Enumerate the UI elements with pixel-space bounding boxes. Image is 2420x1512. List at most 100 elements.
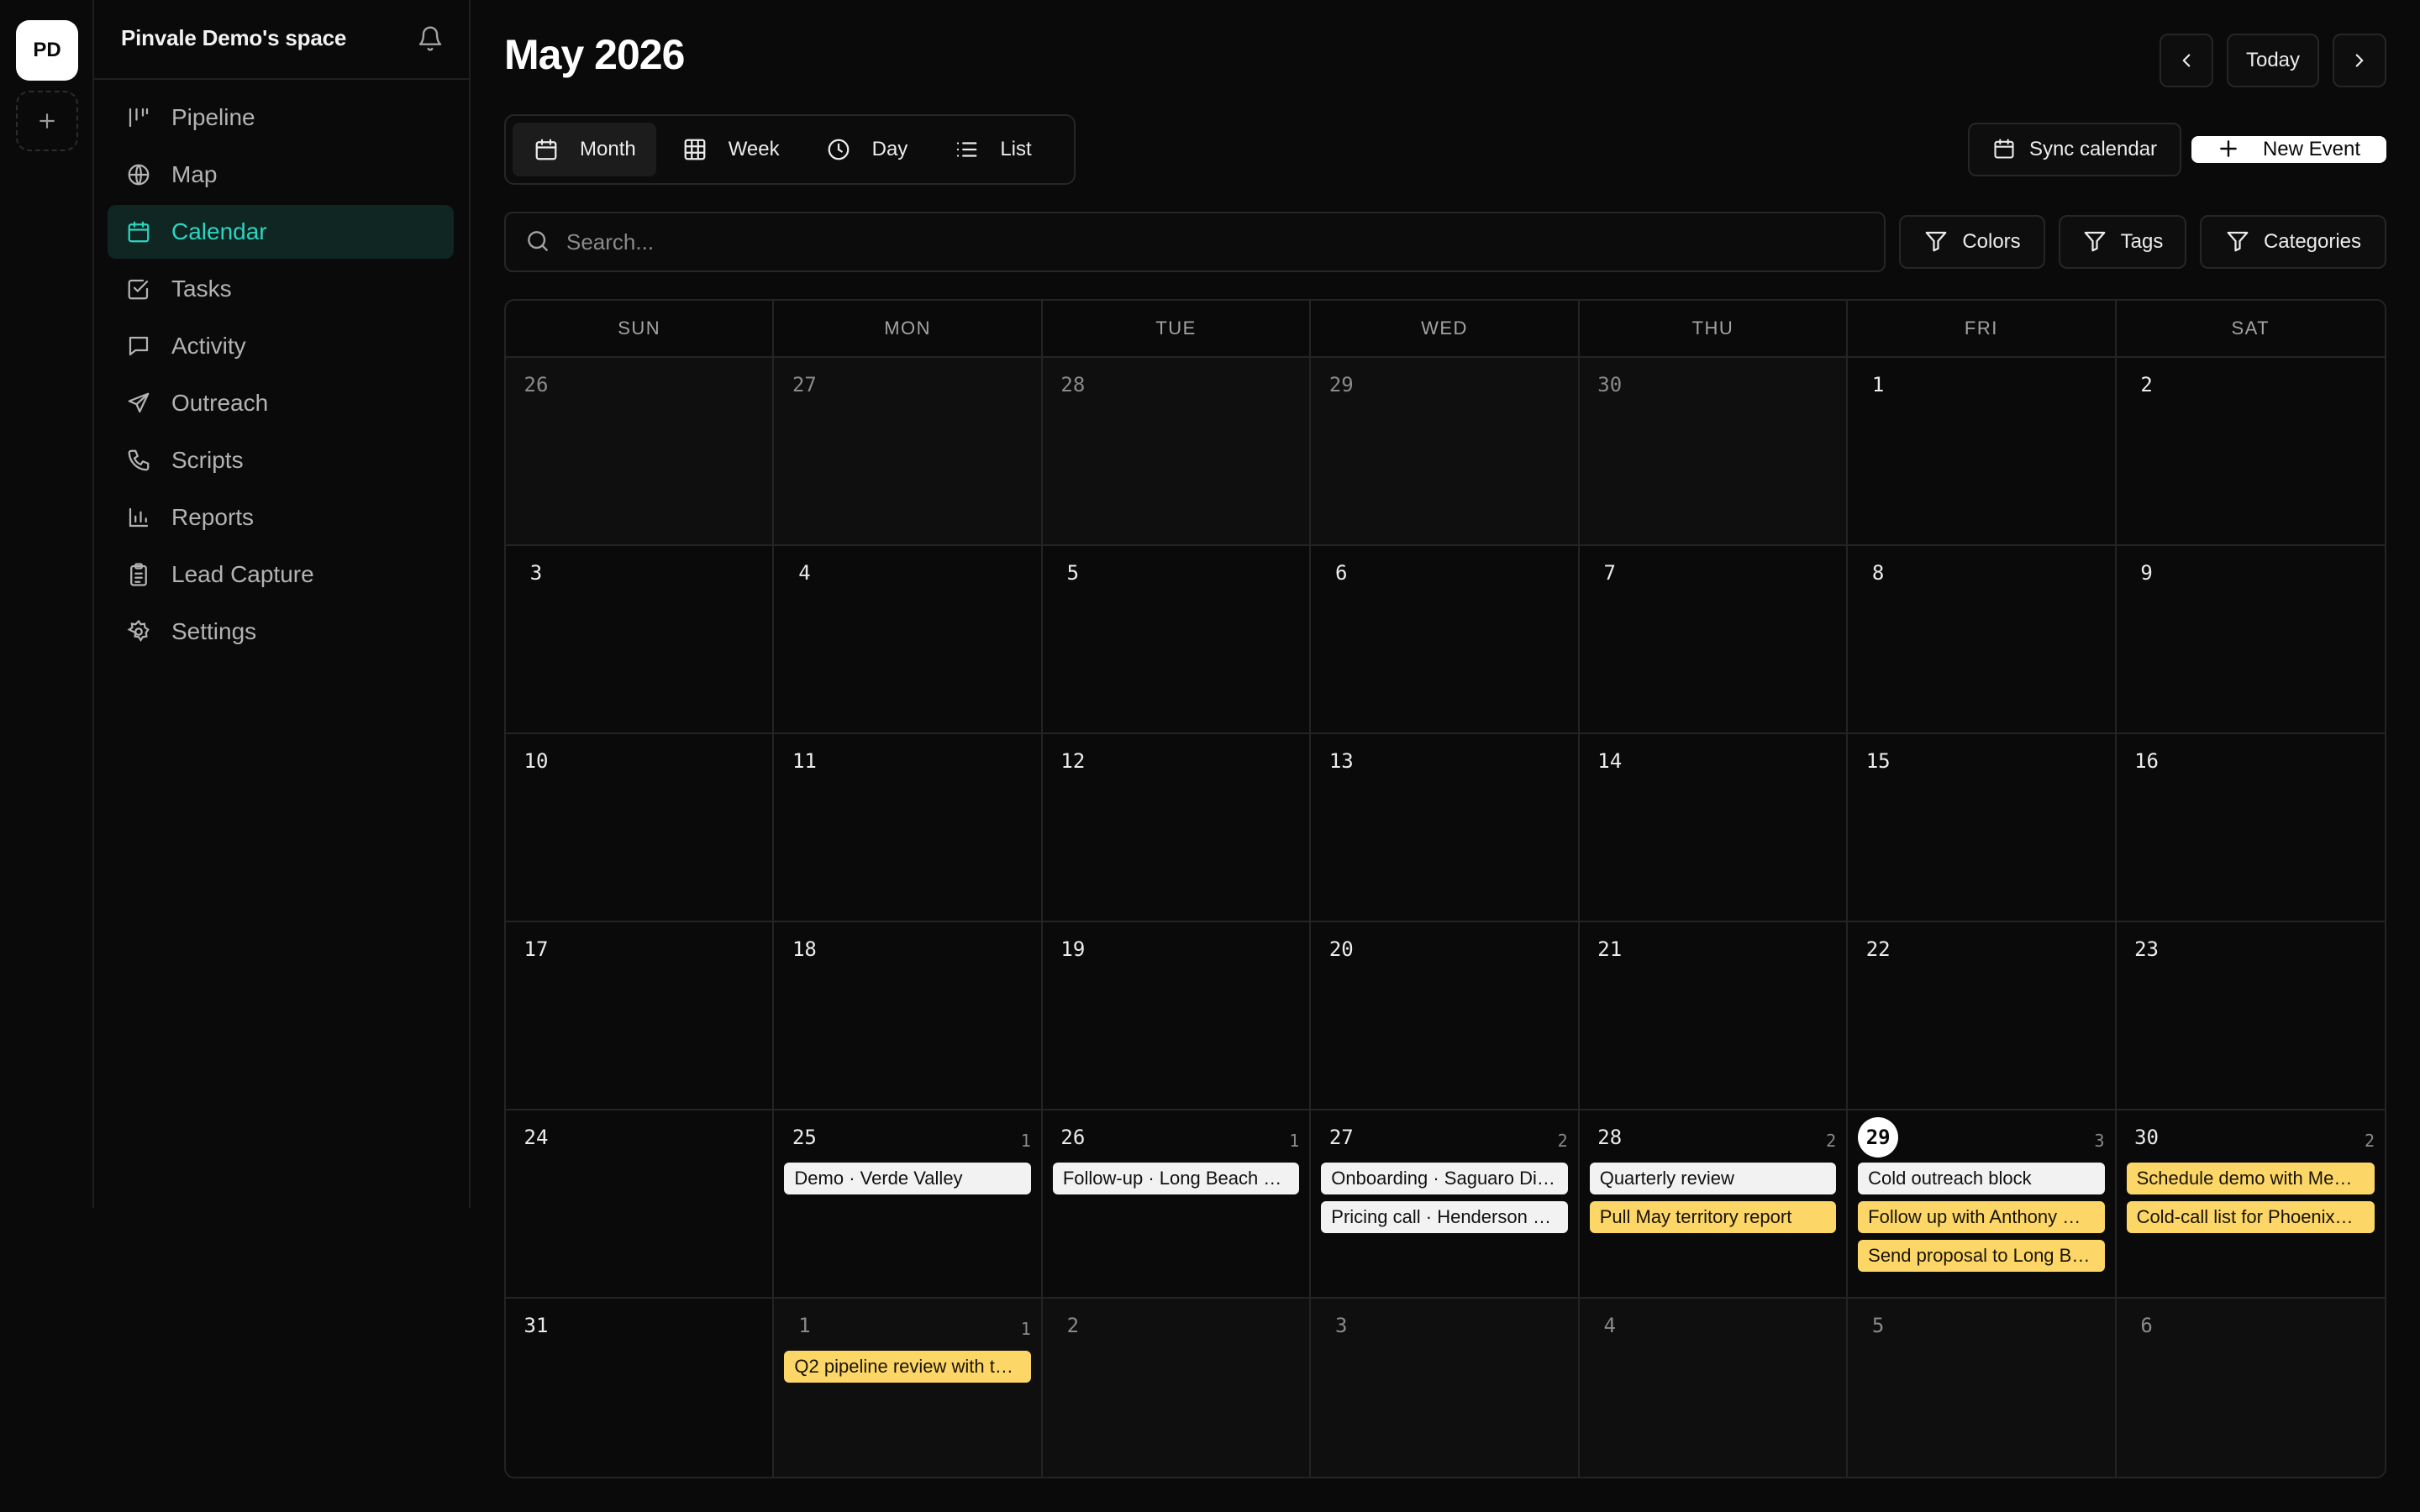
event-chip[interactable]: Send proposal to Long B… xyxy=(1858,1240,2105,1272)
next-month-button[interactable] xyxy=(2333,34,2386,87)
today-button[interactable]: Today xyxy=(2227,34,2319,87)
day-cell[interactable]: 6 xyxy=(1311,546,1580,734)
tags-filter-button[interactable]: Tags xyxy=(2059,215,2186,269)
day-cell[interactable]: 1 xyxy=(1848,358,2117,546)
day-cell[interactable]: 24 xyxy=(506,1110,775,1299)
event-chip[interactable]: Pricing call · Henderson … xyxy=(1321,1201,1568,1233)
day-cell[interactable]: 18 xyxy=(774,922,1043,1110)
event-chip[interactable]: Follow up with Anthony … xyxy=(1858,1201,2105,1233)
sidebar-item-label: Scripts xyxy=(171,447,244,473)
sidebar-item-label: Settings xyxy=(171,618,257,644)
day-cell[interactable]: 19 xyxy=(1042,922,1312,1110)
day-cell[interactable]: 16 xyxy=(2116,734,2385,922)
day-cell[interactable]: 25 1 Demo · Verde Valley xyxy=(774,1110,1043,1299)
event-chip[interactable]: Schedule demo with Me… xyxy=(2126,1163,2375,1194)
day-cell[interactable]: 31 xyxy=(506,1299,775,1477)
day-cell[interactable]: 13 xyxy=(1311,734,1580,922)
previous-month-button[interactable] xyxy=(2160,34,2213,87)
day-cell[interactable]: 6 xyxy=(2116,1299,2385,1477)
day-cell[interactable]: 27 xyxy=(774,358,1043,546)
day-cell[interactable]: 27 2 Onboarding · Saguaro Di… Pricing call … xyxy=(1311,1110,1580,1299)
day-cell[interactable]: 26 1 Follow-up · Long Beach … xyxy=(1042,1110,1312,1299)
search-bar xyxy=(504,212,1886,272)
sidebar-item-calendar[interactable]: Calendar xyxy=(108,205,454,259)
event-chip[interactable]: Pull May territory report xyxy=(1589,1201,1837,1233)
day-cell[interactable]: 30 2 Schedule demo with Me… Cold-call list … xyxy=(2116,1110,2385,1299)
event-count: 2 xyxy=(1557,1131,1568,1151)
day-cell[interactable]: 1 1 Q2 pipeline review with t… xyxy=(774,1299,1043,1477)
event-title: Cold-call list for Phoenix… xyxy=(2136,1206,2354,1227)
day-cell[interactable]: 28 xyxy=(1042,358,1312,546)
sidebar-item-reports[interactable]: Reports xyxy=(108,491,454,544)
space-name[interactable]: Pinvale Demo's space xyxy=(121,25,346,51)
bar-chart-icon xyxy=(124,503,153,532)
event-chip[interactable]: Demo · Verde Valley xyxy=(784,1163,1031,1194)
list-view-tab[interactable]: List xyxy=(933,123,1051,176)
day-cell[interactable]: 10 xyxy=(506,734,775,922)
sidebar-item-settings[interactable]: Settings xyxy=(108,605,454,659)
day-cell[interactable]: 29 3 Cold outreach block Follow up with Ant… xyxy=(1848,1110,2117,1299)
sync-calendar-button[interactable]: Sync calendar xyxy=(1968,123,2181,176)
day-number: 15 xyxy=(1865,749,1891,773)
event-chip[interactable]: Cold outreach block xyxy=(1858,1163,2105,1194)
week-view-tab[interactable]: Week xyxy=(661,123,800,176)
event-chip[interactable]: Quarterly review xyxy=(1589,1163,1837,1194)
day-cell[interactable]: 17 xyxy=(506,922,775,1110)
day-number: 16 xyxy=(2134,749,2160,773)
day-cell[interactable]: 2 xyxy=(2116,358,2385,546)
add-workspace-button[interactable] xyxy=(16,91,78,151)
weekday-label: SAT xyxy=(2231,318,2270,339)
colors-filter-button[interactable]: Colors xyxy=(1899,215,2045,269)
day-cell[interactable]: 30 xyxy=(1579,358,1849,546)
day-cell[interactable]: 28 2 Quarterly review Pull May territory re… xyxy=(1579,1110,1849,1299)
day-number: 9 xyxy=(2140,561,2153,585)
day-cell[interactable]: 5 xyxy=(1042,546,1312,734)
sidebar-item-scripts[interactable]: Scripts xyxy=(108,433,454,487)
day-cell[interactable]: 22 xyxy=(1848,922,2117,1110)
day-number: 8 xyxy=(1871,561,1885,585)
day-cell[interactable]: 4 xyxy=(1579,1299,1849,1477)
day-cell[interactable]: 15 xyxy=(1848,734,2117,922)
day-cell[interactable]: 3 xyxy=(1311,1299,1580,1477)
event-chip[interactable]: Follow-up · Long Beach … xyxy=(1052,1163,1300,1194)
workspace-avatar[interactable]: PD xyxy=(16,20,78,81)
weekday-label: SUN xyxy=(506,301,775,356)
sidebar-item-outreach[interactable]: Outreach xyxy=(108,376,454,430)
event-chip[interactable]: Onboarding · Saguaro Di… xyxy=(1321,1163,1568,1194)
event-chip[interactable]: Cold-call list for Phoenix… xyxy=(2126,1201,2375,1233)
day-cell[interactable]: 5 xyxy=(1848,1299,2117,1477)
day-cell[interactable]: 9 xyxy=(2116,546,2385,734)
sidebar-item-map[interactable]: Map xyxy=(108,148,454,202)
sidebar-item-tasks[interactable]: Tasks xyxy=(108,262,454,316)
sidebar-item-lead-capture[interactable]: Lead Capture xyxy=(108,548,454,601)
day-cell[interactable]: 23 xyxy=(2116,922,2385,1110)
day-cell[interactable]: 21 xyxy=(1579,922,1849,1110)
calendar-grid: 26 27 28 29 30 1 2 3 4 5 6 7 8 9 10 11 12 13 14 15 16 17 18 19 2… xyxy=(506,358,2385,1477)
month-view-tab[interactable]: Month xyxy=(513,123,656,176)
sidebar-nav: Pipeline Map Calendar Tasks Activity Out… xyxy=(108,91,454,662)
clock-icon xyxy=(825,136,852,163)
day-cell[interactable]: 11 xyxy=(774,734,1043,922)
sidebar-item-activity[interactable]: Activity xyxy=(108,319,454,373)
new-event-button[interactable]: New Event xyxy=(2191,136,2386,163)
sidebar-item-pipeline[interactable]: Pipeline xyxy=(108,91,454,144)
day-number: 22 xyxy=(1865,937,1891,961)
day-cell[interactable]: 26 xyxy=(506,358,775,546)
day-cell[interactable]: 8 xyxy=(1848,546,2117,734)
search-input[interactable] xyxy=(566,228,1827,255)
list-icon xyxy=(953,136,980,163)
day-cell[interactable]: 12 xyxy=(1042,734,1312,922)
day-cell[interactable]: 3 xyxy=(506,546,775,734)
day-cell[interactable]: 14 xyxy=(1579,734,1849,922)
event-title: Cold outreach block xyxy=(1868,1168,2032,1189)
day-cell[interactable]: 7 xyxy=(1579,546,1849,734)
day-number: 20 xyxy=(1328,937,1354,961)
day-cell[interactable]: 20 xyxy=(1311,922,1580,1110)
day-cell[interactable]: 29 xyxy=(1311,358,1580,546)
bell-icon[interactable] xyxy=(417,25,444,52)
day-view-tab[interactable]: Day xyxy=(805,123,929,176)
event-chip[interactable]: Q2 pipeline review with t… xyxy=(784,1351,1031,1383)
categories-filter-button[interactable]: Categories xyxy=(2200,215,2386,269)
day-cell[interactable]: 2 xyxy=(1042,1299,1312,1477)
day-cell[interactable]: 4 xyxy=(774,546,1043,734)
